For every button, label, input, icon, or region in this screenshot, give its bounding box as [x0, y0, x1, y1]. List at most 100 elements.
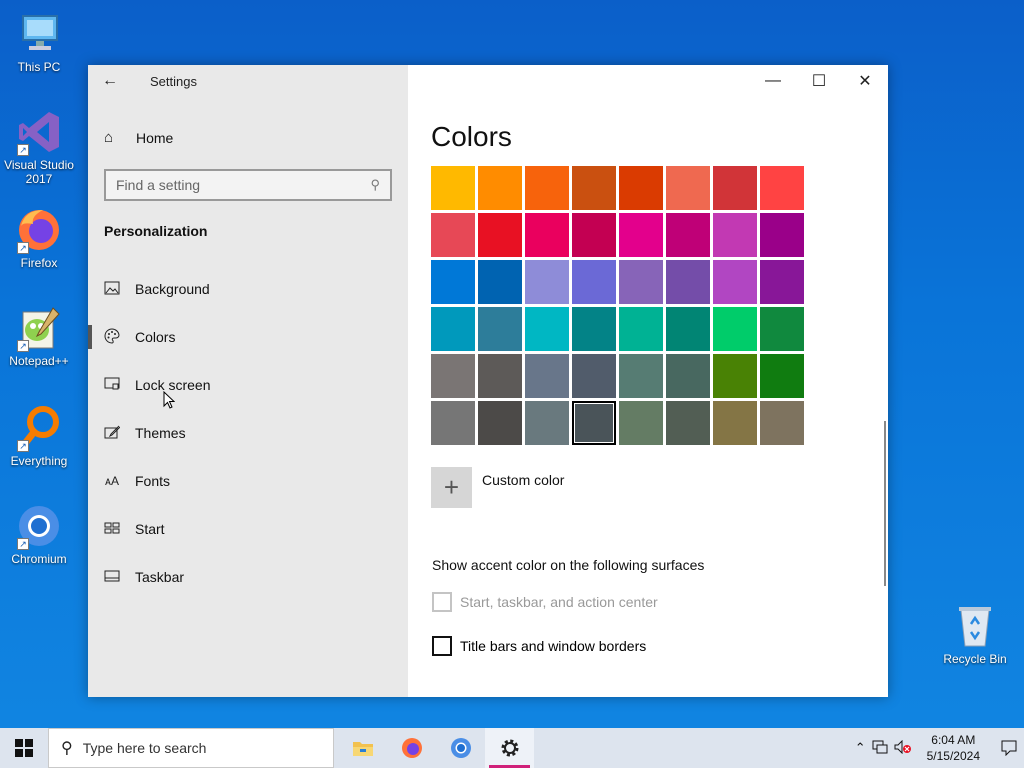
color-swatch[interactable] — [525, 260, 569, 304]
network-icon[interactable] — [872, 740, 888, 757]
color-swatch[interactable] — [478, 401, 522, 445]
color-swatch[interactable] — [713, 213, 757, 257]
start-button[interactable] — [0, 728, 48, 768]
title-bars-checkbox-row[interactable]: Title bars and window borders — [432, 636, 646, 656]
taskbar-firefox[interactable] — [387, 728, 436, 768]
color-swatch[interactable] — [619, 166, 663, 210]
volume-muted-icon[interactable] — [894, 739, 912, 757]
color-swatch[interactable] — [666, 354, 710, 398]
start-taskbar-checkbox-row[interactable]: Start, taskbar, and action center — [432, 592, 658, 612]
color-swatch[interactable] — [525, 166, 569, 210]
sidebar-item-background[interactable]: Background — [88, 265, 408, 313]
color-swatch[interactable] — [760, 307, 804, 351]
picture-icon — [104, 281, 120, 298]
shortcut-arrow-icon: ↗ — [17, 440, 29, 452]
sidebar-item-home[interactable]: ⌂ Home — [104, 129, 173, 146]
color-swatch[interactable] — [760, 354, 804, 398]
color-swatch[interactable] — [760, 401, 804, 445]
color-swatch[interactable] — [572, 354, 616, 398]
palette-icon — [104, 327, 120, 347]
color-swatch[interactable] — [666, 401, 710, 445]
chromium-icon: ↗ — [15, 502, 63, 550]
desktop-icon-visual-studio[interactable]: ↗ Visual Studio 2017 — [0, 108, 78, 186]
start-taskbar-checkbox[interactable] — [432, 592, 452, 612]
color-swatch[interactable] — [431, 401, 475, 445]
fonts-icon: ᴀA — [105, 474, 119, 488]
custom-color-button[interactable]: + Custom color — [431, 467, 564, 508]
color-swatch[interactable] — [760, 166, 804, 210]
close-button[interactable]: ✕ — [842, 65, 888, 97]
taskbar-settings[interactable] — [485, 728, 534, 768]
color-swatch[interactable] — [760, 260, 804, 304]
color-swatch[interactable] — [431, 166, 475, 210]
sidebar-item-fonts[interactable]: ᴀA Fonts — [88, 457, 408, 505]
color-swatch[interactable] — [572, 260, 616, 304]
desktop-icon-firefox[interactable]: ↗ Firefox — [0, 206, 78, 270]
desktop-icon-notepadpp[interactable]: ↗ Notepad++ — [0, 304, 78, 368]
color-swatch[interactable] — [666, 307, 710, 351]
color-swatch[interactable] — [525, 401, 569, 445]
color-swatch[interactable] — [619, 213, 663, 257]
everything-search-icon: ↗ — [15, 404, 63, 452]
desktop-icon-recycle-bin[interactable]: Recycle Bin — [936, 602, 1014, 666]
color-swatch[interactable] — [478, 166, 522, 210]
color-swatch[interactable] — [572, 166, 616, 210]
taskbar-chromium[interactable] — [436, 728, 485, 768]
color-swatch[interactable] — [666, 213, 710, 257]
color-swatch[interactable] — [431, 307, 475, 351]
sidebar-item-themes[interactable]: Themes — [88, 409, 408, 457]
color-swatch[interactable] — [713, 260, 757, 304]
desktop-icon-this-pc[interactable]: This PC — [0, 10, 78, 74]
search-icon[interactable]: ⚲ — [370, 177, 380, 193]
taskbar-clock[interactable]: 6:04 AM 5/15/2024 — [927, 732, 980, 764]
firefox-icon: ↗ — [15, 206, 63, 254]
sidebar-item-start[interactable]: Start — [88, 505, 408, 553]
color-swatch[interactable] — [478, 354, 522, 398]
color-swatch[interactable] — [619, 307, 663, 351]
sidebar-item-colors[interactable]: Colors — [88, 313, 408, 361]
settings-window: ← Settings ⌂ Home Find a setting ⚲ Perso… — [88, 65, 888, 697]
color-swatch[interactable] — [572, 307, 616, 351]
maximize-button[interactable]: ☐ — [796, 65, 842, 97]
color-swatch[interactable] — [713, 401, 757, 445]
color-swatch[interactable] — [760, 213, 804, 257]
color-swatch[interactable] — [525, 307, 569, 351]
taskbar-file-explorer[interactable] — [338, 728, 387, 768]
scrollbar-thumb[interactable] — [884, 421, 886, 586]
desktop-icon-everything[interactable]: ↗ Everything — [0, 404, 78, 468]
find-setting-input[interactable]: Find a setting ⚲ — [104, 169, 392, 201]
taskbar-search-box[interactable]: ⚲ Type here to search — [48, 728, 334, 768]
color-swatch[interactable] — [431, 213, 475, 257]
recycle-bin-icon — [951, 602, 999, 650]
color-swatch[interactable] — [713, 166, 757, 210]
color-swatch[interactable] — [478, 307, 522, 351]
sidebar-item-label: Fonts — [135, 473, 171, 489]
color-swatch[interactable] — [713, 354, 757, 398]
color-swatch[interactable] — [525, 213, 569, 257]
notification-center-icon[interactable] — [994, 728, 1024, 768]
color-swatch[interactable] — [525, 354, 569, 398]
sidebar-item-taskbar[interactable]: Taskbar — [88, 553, 408, 601]
color-swatch[interactable] — [478, 213, 522, 257]
notepadpp-icon: ↗ — [15, 304, 63, 352]
color-swatch[interactable] — [431, 260, 475, 304]
color-swatch[interactable] — [666, 260, 710, 304]
sidebar-item-label: Start — [135, 521, 165, 537]
color-swatch[interactable] — [619, 354, 663, 398]
color-swatch[interactable] — [572, 401, 616, 445]
chevron-up-icon[interactable]: ⌃ — [855, 740, 866, 756]
color-swatch[interactable] — [619, 260, 663, 304]
color-swatch[interactable] — [713, 307, 757, 351]
desktop-icon-label: Recycle Bin — [943, 652, 1007, 666]
sidebar-item-lock-screen[interactable]: Lock screen — [88, 361, 408, 409]
back-arrow-icon[interactable]: ← — [102, 71, 122, 91]
color-swatch[interactable] — [572, 213, 616, 257]
desktop-icon-chromium[interactable]: ↗ Chromium — [0, 502, 78, 566]
color-swatch[interactable] — [478, 260, 522, 304]
minimize-button[interactable]: — — [750, 65, 796, 97]
color-swatch[interactable] — [619, 401, 663, 445]
title-bars-checkbox[interactable] — [432, 636, 452, 656]
color-swatch[interactable] — [666, 166, 710, 210]
color-swatch[interactable] — [431, 354, 475, 398]
shortcut-arrow-icon: ↗ — [17, 242, 29, 254]
